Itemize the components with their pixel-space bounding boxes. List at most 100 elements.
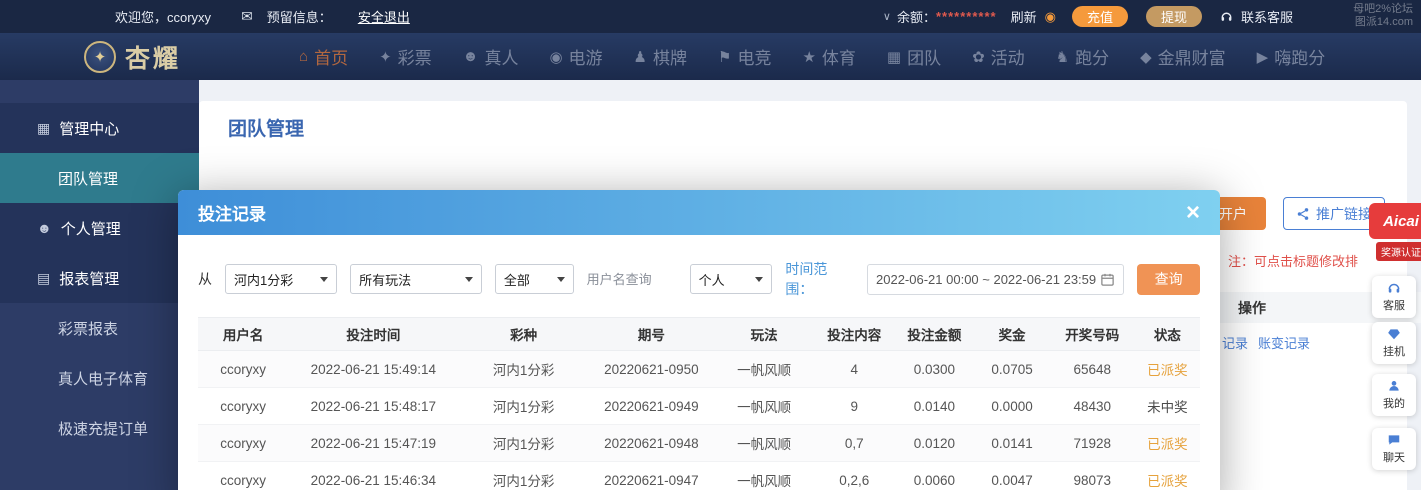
sidebar-item-personal-management[interactable]: ☻个人管理: [0, 203, 199, 253]
chevron-down-icon: [465, 277, 473, 282]
run-icon: ♞: [1056, 48, 1069, 66]
table-row: ccoryxy 2022-06-21 15:46:34 河内1分彩 202206…: [198, 462, 1200, 490]
person-icon: [1386, 379, 1402, 393]
logout-link[interactable]: 安全退出: [358, 7, 410, 26]
record-links: 记录 账变记录: [1222, 333, 1310, 352]
sidebar: ▦管理中心 团队管理 ☻个人管理 ▤报表管理 彩票报表 真人电子体育 极速充提订…: [0, 80, 199, 490]
table-header-row: 用户名 投注时间 彩种 期号 玩法 投注内容 投注金额 奖金 开奖号码 状态: [198, 318, 1200, 351]
chevron-down-icon: [320, 277, 328, 282]
slots-icon: ◉: [549, 48, 562, 66]
headset-icon: [1220, 10, 1235, 23]
topbar-right: ∨ 余额： ********** 刷新 ◉ 充值 提现 联系客服: [883, 6, 1293, 27]
float-my-account-button[interactable]: 我的: [1372, 374, 1416, 416]
username-search-input[interactable]: [587, 264, 677, 294]
screen: 欢迎您，ccoryxy ✉ 预留信息： 安全退出 ∨ 余额： *********…: [0, 0, 1421, 490]
all-select[interactable]: 全部: [495, 264, 574, 294]
nav-menu: ⌂首页 ✦彩票 ☻真人 ◉电游 ♟棋牌 ⚑电竞 ★体育 ▦团队 ✿活动 ♞跑分 …: [299, 44, 1325, 69]
scope-select[interactable]: 个人: [690, 264, 773, 294]
brand-logo[interactable]: ✦ 杏耀: [84, 39, 181, 75]
nav-item-team[interactable]: ▦团队: [887, 44, 941, 69]
mail-icon[interactable]: ✉: [241, 8, 253, 25]
status-badge: 已派奖: [1135, 462, 1200, 490]
share-icon: [1296, 207, 1310, 221]
cert-badge: Aicai 奖源认证: [1369, 203, 1421, 261]
sidebar-item-admin-center[interactable]: ▦管理中心: [0, 103, 199, 153]
nav-item-chess[interactable]: ♟棋牌: [634, 44, 687, 69]
headset-icon: [1386, 281, 1402, 295]
calendar-icon: [1100, 272, 1115, 287]
topbar-left: 欢迎您，ccoryxy ✉ 预留信息： 安全退出: [115, 7, 410, 26]
topbar: 欢迎您，ccoryxy ✉ 预留信息： 安全退出 ∨ 余额： *********…: [0, 0, 1421, 33]
chess-icon: ♟: [634, 48, 647, 66]
close-icon[interactable]: ×: [1186, 201, 1200, 225]
nav-item-wealth[interactable]: ◆金鼎财富: [1140, 44, 1226, 69]
status-badge: 未中奖: [1135, 388, 1200, 425]
esports-icon: ⚑: [718, 48, 731, 66]
sidebar-item-report-management[interactable]: ▤报表管理: [0, 253, 199, 303]
float-chat-button[interactable]: 聊天: [1372, 428, 1416, 470]
cert-label: 奖源认证: [1376, 242, 1421, 261]
sports-icon: ★: [802, 48, 815, 66]
lottery-icon: ✦: [379, 48, 392, 66]
nav-item-live[interactable]: ☻真人: [463, 44, 519, 69]
nav-item-esports[interactable]: ⚑电竞: [718, 44, 771, 69]
chevron-down-icon: [557, 277, 565, 282]
bet-records-table: 用户名 投注时间 彩种 期号 玩法 投注内容 投注金额 奖金 开奖号码 状态 c: [198, 317, 1200, 490]
from-label: 从: [198, 269, 212, 289]
edit-note: 注：可点击标题修改排: [1228, 251, 1358, 270]
recharge-button[interactable]: 充值: [1072, 6, 1128, 27]
main-navbar: ✦ 杏耀 ⌂首页 ✦彩票 ☻真人 ◉电游 ♟棋牌 ⚑电竞 ★体育 ▦团队 ✿活动…: [0, 33, 1421, 80]
eye-icon[interactable]: ◉: [1045, 9, 1056, 25]
gem-icon: [1386, 327, 1402, 341]
hi-run-icon: ▶: [1257, 48, 1269, 66]
chat-icon: [1386, 433, 1402, 447]
modal-header: 投注记录 ×: [178, 190, 1220, 235]
modal-body: 从 河内1分彩 所有玩法 全部 个人 时间范围： 2022-06-21 00:0…: [178, 235, 1220, 490]
withdraw-button[interactable]: 提现: [1146, 6, 1202, 27]
nav-item-lottery[interactable]: ✦彩票: [379, 44, 432, 69]
report-icon: ▤: [37, 270, 50, 287]
lottery-select[interactable]: 河内1分彩: [225, 264, 337, 294]
brand-logo-icon: ✦: [84, 41, 116, 73]
time-range-label: 时间范围：: [785, 259, 854, 299]
record-link[interactable]: 记录: [1222, 333, 1248, 352]
status-badge: 已派奖: [1135, 425, 1200, 462]
nav-item-paofen[interactable]: ♞跑分: [1056, 44, 1109, 69]
chevron-down-icon: [755, 277, 763, 282]
wealth-icon: ◆: [1140, 48, 1152, 66]
reserved-info-label: 预留信息：: [267, 7, 332, 26]
live-casino-icon: ☻: [463, 48, 479, 65]
nav-item-hi-paofen[interactable]: ▶嗨跑分: [1257, 44, 1326, 69]
date-range-input[interactable]: 2022-06-21 00:00 ~ 2022-06-21 23:59: [867, 264, 1124, 295]
grid-icon: ▦: [37, 120, 50, 137]
cert-logo: Aicai: [1369, 203, 1421, 239]
person-icon: ☻: [37, 220, 52, 236]
search-button[interactable]: 查询: [1137, 264, 1200, 295]
float-hangup-button[interactable]: 挂机: [1372, 322, 1416, 364]
sidebar-item-fast-orders[interactable]: 极速充提订单: [0, 403, 199, 453]
nav-item-sports[interactable]: ★体育: [802, 44, 855, 69]
sidebar-item-lottery-report[interactable]: 彩票报表: [0, 303, 199, 353]
home-icon: ⌂: [299, 48, 308, 65]
contact-service-link[interactable]: 联系客服: [1241, 7, 1293, 26]
nav-item-activity[interactable]: ✿活动: [972, 44, 1025, 69]
float-customer-service-button[interactable]: 客服: [1372, 276, 1416, 318]
nav-item-slots[interactable]: ◉电游: [549, 44, 602, 69]
welcome-text: 欢迎您，ccoryxy: [115, 7, 211, 26]
table-row: ccoryxy 2022-06-21 15:49:14 河内1分彩 202206…: [198, 351, 1200, 388]
modal-title: 投注记录: [198, 200, 266, 225]
balance-value: **********: [936, 9, 997, 24]
bet-records-modal: 投注记录 × 从 河内1分彩 所有玩法 全部 个人 时间范围： 2022-06-…: [178, 190, 1220, 490]
balance-label: 余额：: [897, 7, 936, 26]
filter-bar: 从 河内1分彩 所有玩法 全部 个人 时间范围： 2022-06-21 00:0…: [198, 259, 1200, 299]
sidebar-item-team-management[interactable]: 团队管理: [0, 153, 199, 203]
chevron-down-icon[interactable]: ∨: [883, 10, 891, 23]
nav-item-home[interactable]: ⌂首页: [299, 44, 348, 69]
table-row: ccoryxy 2022-06-21 15:47:19 河内1分彩 202206…: [198, 425, 1200, 462]
playtype-select[interactable]: 所有玩法: [350, 264, 482, 294]
gift-icon: ✿: [972, 48, 985, 66]
account-change-link[interactable]: 账变记录: [1258, 333, 1310, 352]
refresh-link[interactable]: 刷新: [1011, 7, 1037, 26]
team-icon: ▦: [887, 48, 901, 66]
sidebar-item-live-esports-report[interactable]: 真人电子体育: [0, 353, 199, 403]
